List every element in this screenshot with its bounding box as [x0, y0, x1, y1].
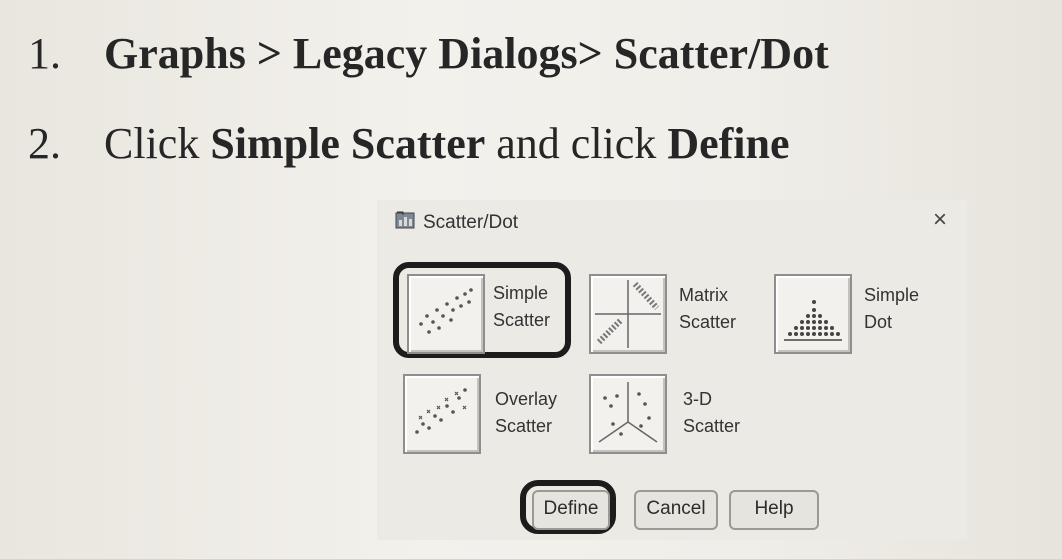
dialog-title-bar: Scatter/Dot ×: [377, 200, 967, 240]
option-label: Simple Scatter: [493, 283, 551, 330]
simple-scatter-icon: [407, 274, 485, 354]
close-icon[interactable]: ×: [925, 206, 955, 234]
step-text-prefix: Click: [104, 119, 211, 168]
option-overlay-scatter[interactable]: Overlay Scatter: [403, 374, 583, 484]
instruction-step-2: 2. Click Simple Scatter and click Define: [28, 122, 790, 166]
step-number: 1.: [28, 29, 61, 78]
scatter-dot-dialog: Scatter/Dot × Simple Scatter Matrix Scat…: [377, 200, 967, 540]
instruction-step-1: 1. Graphs > Legacy Dialogs> Scatter/Dot: [28, 32, 829, 76]
simple-dot-icon: [774, 274, 852, 354]
option-label: Matrix Scatter: [679, 285, 737, 332]
dialog-title: Scatter/Dot: [423, 212, 519, 233]
option-simple-dot[interactable]: Simple Dot: [774, 274, 954, 384]
step-text: Graphs > Legacy Dialogs> Scatter/Dot: [104, 29, 829, 78]
option-label: Overlay Scatter: [495, 389, 558, 436]
step-bold-simple-scatter: Simple Scatter: [210, 119, 486, 168]
step-bold-define: Define: [667, 119, 790, 168]
option-simple-scatter[interactable]: Simple Scatter: [393, 262, 583, 380]
3d-scatter-icon: [589, 374, 667, 454]
define-button[interactable]: Define: [532, 490, 610, 530]
matrix-scatter-icon: [589, 274, 667, 354]
help-button[interactable]: Help: [729, 490, 819, 530]
chart-builder-icon: [395, 210, 417, 230]
step-number: 2.: [28, 119, 61, 168]
cancel-button[interactable]: Cancel: [634, 490, 718, 530]
overlay-scatter-icon: [403, 374, 481, 454]
option-label: Simple Dot: [864, 285, 920, 332]
option-label: 3-D Scatter: [683, 389, 741, 436]
step-text-middle: and click: [485, 119, 668, 168]
option-3d-scatter[interactable]: 3-D Scatter: [589, 374, 769, 484]
option-matrix-scatter[interactable]: Matrix Scatter: [589, 274, 769, 384]
